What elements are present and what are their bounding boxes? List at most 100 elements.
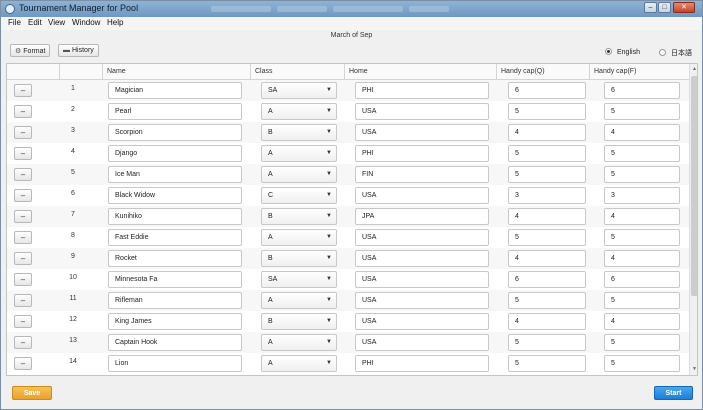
remove-player-button[interactable]: – <box>14 357 32 370</box>
player-class-select[interactable]: B ▼ <box>261 250 337 267</box>
player-name-field[interactable]: Django <box>108 145 242 162</box>
player-class-select[interactable]: A ▼ <box>261 166 337 183</box>
player-home-field[interactable]: FIN <box>355 166 489 183</box>
player-home-field[interactable]: USA <box>355 292 489 309</box>
player-name-field[interactable]: Kunihiko <box>108 208 242 225</box>
remove-player-button[interactable]: – <box>14 336 32 349</box>
handicap-q-field[interactable]: 6 <box>508 271 586 288</box>
player-class-select[interactable]: B ▼ <box>261 124 337 141</box>
vertical-scrollbar[interactable]: ▲ ▼ <box>689 64 697 375</box>
menu-view[interactable]: View <box>48 18 65 27</box>
language-japanese-radio[interactable]: 日本語 <box>659 48 692 58</box>
handicap-q-field[interactable]: 4 <box>508 208 586 225</box>
remove-player-button[interactable]: – <box>14 252 32 265</box>
start-button[interactable]: Start <box>654 386 693 400</box>
menu-edit[interactable]: Edit <box>28 18 42 27</box>
save-button[interactable]: Save <box>12 386 52 400</box>
remove-player-button[interactable]: – <box>14 126 32 139</box>
player-class-select[interactable]: B ▼ <box>261 313 337 330</box>
player-home-field[interactable]: USA <box>355 271 489 288</box>
player-class-select[interactable]: A ▼ <box>261 334 337 351</box>
player-name-field[interactable]: Rocket <box>108 250 242 267</box>
language-english-radio[interactable]: English <box>605 48 640 56</box>
handicap-f-field[interactable]: 4 <box>604 250 680 267</box>
handicap-q-field[interactable]: 5 <box>508 292 586 309</box>
player-home-field[interactable]: USA <box>355 250 489 267</box>
player-home-field[interactable]: USA <box>355 124 489 141</box>
history-button[interactable]: ▬ History <box>58 44 99 57</box>
handicap-f-field[interactable]: 6 <box>604 271 680 288</box>
player-name-field[interactable]: Rifleman <box>108 292 242 309</box>
handicap-f-field[interactable]: 5 <box>604 229 680 246</box>
player-name-field[interactable]: Fast Eddie <box>108 229 242 246</box>
scrollbar-thumb[interactable] <box>691 76 697 296</box>
handicap-f-field[interactable]: 4 <box>604 124 680 141</box>
menu-help[interactable]: Help <box>107 18 123 27</box>
player-home-field[interactable]: PHI <box>355 82 489 99</box>
player-name-field[interactable]: Magician <box>108 82 242 99</box>
player-home-field[interactable]: USA <box>355 103 489 120</box>
handicap-q-field[interactable]: 5 <box>508 229 586 246</box>
handicap-f-field[interactable]: 6 <box>604 82 680 99</box>
remove-player-button[interactable]: – <box>14 315 32 328</box>
handicap-q-field[interactable]: 3 <box>508 187 586 204</box>
player-class-select[interactable]: SA ▼ <box>261 271 337 288</box>
remove-player-button[interactable]: – <box>14 147 32 160</box>
remove-player-button[interactable]: – <box>14 210 32 223</box>
player-home-field[interactable]: USA <box>355 229 489 246</box>
format-button[interactable]: ⚙ Format <box>10 44 51 57</box>
handicap-f-field[interactable]: 5 <box>604 103 680 120</box>
player-name-field[interactable]: Black Widow <box>108 187 242 204</box>
player-class-select[interactable]: C ▼ <box>261 187 337 204</box>
handicap-f-field[interactable]: 5 <box>604 334 680 351</box>
player-class-select[interactable]: A ▼ <box>261 229 337 246</box>
handicap-f-field[interactable]: 5 <box>604 145 680 162</box>
handicap-f-field[interactable]: 5 <box>604 292 680 309</box>
player-name-field[interactable]: Captain Hook <box>108 334 242 351</box>
player-home-field[interactable]: JPA <box>355 208 489 225</box>
player-home-field[interactable]: USA <box>355 187 489 204</box>
player-name-field[interactable]: Minnesota Fa <box>108 271 242 288</box>
handicap-q-field[interactable]: 5 <box>508 145 586 162</box>
scroll-up-icon[interactable]: ▲ <box>691 66 697 73</box>
minimize-button[interactable]: – <box>644 2 657 13</box>
player-class-select[interactable]: B ▼ <box>261 208 337 225</box>
player-name-field[interactable]: Ice Man <box>108 166 242 183</box>
scroll-down-icon[interactable]: ▼ <box>691 366 697 373</box>
handicap-f-field[interactable]: 5 <box>604 355 680 372</box>
player-class-select[interactable]: A ▼ <box>261 103 337 120</box>
handicap-q-field[interactable]: 4 <box>508 124 586 141</box>
maximize-button[interactable]: □ <box>658 2 671 13</box>
player-home-field[interactable]: PHI <box>355 355 489 372</box>
remove-player-button[interactable]: – <box>14 84 32 97</box>
remove-player-button[interactable]: – <box>14 189 32 202</box>
player-class-select[interactable]: A ▼ <box>261 292 337 309</box>
handicap-f-field[interactable]: 3 <box>604 187 680 204</box>
player-name-field[interactable]: Pearl <box>108 103 242 120</box>
player-name-field[interactable]: Lion <box>108 355 242 372</box>
player-home-field[interactable]: PHI <box>355 145 489 162</box>
handicap-q-field[interactable]: 4 <box>508 250 586 267</box>
remove-player-button[interactable]: – <box>14 231 32 244</box>
handicap-q-field[interactable]: 5 <box>508 355 586 372</box>
handicap-q-field[interactable]: 6 <box>508 82 586 99</box>
handicap-q-field[interactable]: 5 <box>508 166 586 183</box>
handicap-q-field[interactable]: 5 <box>508 103 586 120</box>
handicap-f-field[interactable]: 5 <box>604 166 680 183</box>
remove-player-button[interactable]: – <box>14 273 32 286</box>
remove-player-button[interactable]: – <box>14 294 32 307</box>
remove-player-button[interactable]: – <box>14 105 32 118</box>
remove-player-button[interactable]: – <box>14 168 32 181</box>
player-name-field[interactable]: Scorpion <box>108 124 242 141</box>
handicap-q-field[interactable]: 4 <box>508 313 586 330</box>
menu-file[interactable]: File <box>8 18 21 27</box>
player-class-select[interactable]: A ▼ <box>261 355 337 372</box>
close-button[interactable]: ✕ <box>673 2 695 13</box>
handicap-f-field[interactable]: 4 <box>604 313 680 330</box>
menu-window[interactable]: Window <box>72 18 100 27</box>
player-name-field[interactable]: King James <box>108 313 242 330</box>
handicap-q-field[interactable]: 5 <box>508 334 586 351</box>
player-home-field[interactable]: USA <box>355 334 489 351</box>
handicap-f-field[interactable]: 4 <box>604 208 680 225</box>
player-class-select[interactable]: A ▼ <box>261 145 337 162</box>
